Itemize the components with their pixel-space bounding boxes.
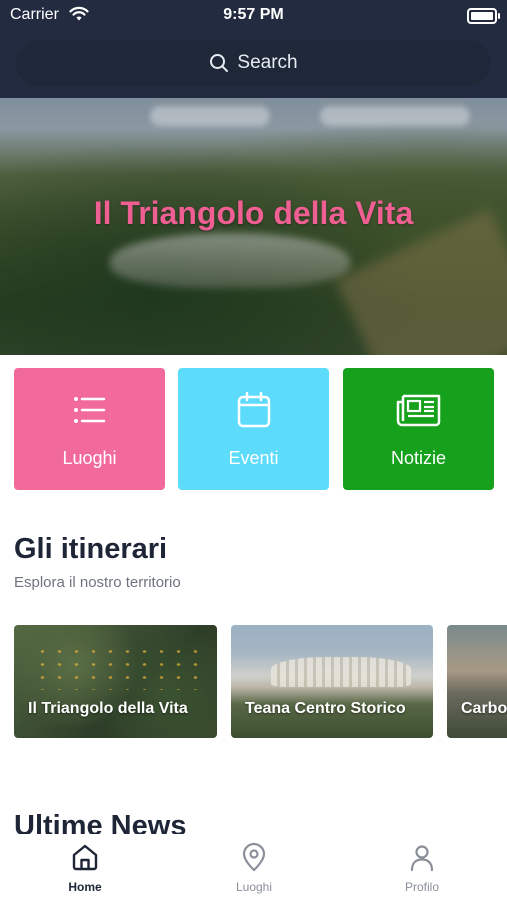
tab-profilo[interactable]: Profilo xyxy=(372,842,472,894)
user-icon xyxy=(372,842,472,874)
battery-icon xyxy=(467,8,500,24)
hero-image-cloud xyxy=(150,106,270,126)
itineraries-subtitle: Esplora il nostro territorio xyxy=(14,574,181,591)
calendar-icon xyxy=(178,390,329,430)
itinerary-card[interactable]: Il Triangolo della Vita xyxy=(14,625,217,738)
hero-banner[interactable]: Il Triangolo della Vita xyxy=(0,98,507,355)
search-header: Search xyxy=(0,32,507,98)
hero-title: Il Triangolo della Vita xyxy=(93,195,414,231)
tab-home[interactable]: Home xyxy=(35,842,135,894)
tab-bar: Home Luoghi Profilo xyxy=(0,834,507,900)
itinerary-image xyxy=(271,657,411,687)
search-icon xyxy=(210,54,229,72)
newspaper-icon xyxy=(343,390,494,430)
clock: 9:57 PM xyxy=(223,6,284,23)
category-label: Notizie xyxy=(390,448,447,468)
status-bar: Carrier 9:57 PM xyxy=(0,0,507,32)
category-label: Eventi xyxy=(228,448,279,468)
list-icon xyxy=(14,390,165,430)
category-notizie-button[interactable]: Notizie xyxy=(343,368,494,490)
itinerary-label: Il Triangolo della Vita xyxy=(28,700,188,717)
itinerary-label: Teana Centro Storico xyxy=(245,700,406,717)
search-label: Search xyxy=(237,52,298,73)
category-luoghi-button[interactable]: Luoghi xyxy=(14,368,165,490)
hero-image-town xyxy=(110,233,350,288)
itinerary-card[interactable]: Teana Centro Storico xyxy=(231,625,433,738)
home-icon xyxy=(35,842,135,874)
hero-image-cloud xyxy=(320,106,470,126)
itinerary-card[interactable]: Carbone xyxy=(447,625,507,738)
tab-label: Profilo xyxy=(404,880,439,894)
search-input[interactable]: Search xyxy=(16,40,491,86)
tab-label: Home xyxy=(68,880,102,894)
itinerary-label: Carbone xyxy=(461,700,507,717)
map-pin-icon xyxy=(204,842,304,874)
itinerary-image xyxy=(34,645,204,690)
category-label: Luoghi xyxy=(62,448,117,468)
itineraries-title: Gli itinerari xyxy=(14,533,168,565)
tab-luoghi[interactable]: Luoghi xyxy=(204,842,304,894)
tab-label: Luoghi xyxy=(235,880,273,894)
category-eventi-button[interactable]: Eventi xyxy=(178,368,329,490)
